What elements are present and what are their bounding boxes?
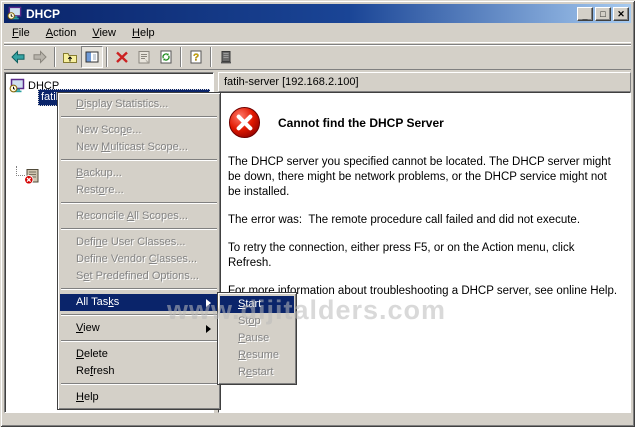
submenu-item-pause[interactable]: Pause: [220, 330, 294, 347]
context-menu-item-define-vendor-classes[interactable]: Define Vendor Classes...: [60, 251, 218, 268]
submenu-item-start[interactable]: Start: [220, 296, 294, 313]
menu-separator: [61, 288, 217, 290]
menu-bar: File Action View Help: [4, 24, 631, 43]
toolbar-separator: [180, 47, 182, 67]
menu-separator: [61, 314, 217, 316]
help-icon[interactable]: ?: [185, 46, 207, 68]
properties-icon[interactable]: [133, 46, 155, 68]
menu-separator: [61, 116, 217, 118]
menu-separator: [61, 159, 217, 161]
context-menu-item-set-predefined-options[interactable]: Set Predefined Options...: [60, 268, 218, 285]
context-menu-item-new-scope[interactable]: New Scope...: [60, 122, 218, 139]
error-paragraph: To retry the connection, either press F5…: [228, 241, 620, 271]
error-title: Cannot find the DHCP Server: [278, 116, 444, 130]
toolbar-separator: [210, 47, 212, 67]
context-menu-item-restore[interactable]: Restore...: [60, 182, 218, 199]
context-menu: Display Statistics... New Scope... New M…: [57, 92, 221, 410]
context-menu-item-all-tasks[interactable]: All Tasks: [60, 294, 218, 311]
toolbar: ?: [4, 44, 631, 70]
minimize-button[interactable]: _: [577, 7, 593, 21]
up-one-level-icon[interactable]: [59, 46, 81, 68]
menu-view[interactable]: View: [84, 25, 124, 42]
window-title: DHCP: [26, 7, 575, 21]
context-menu-item-display-statistics[interactable]: Display Statistics...: [60, 96, 218, 113]
menu-separator: [61, 383, 217, 385]
maximize-button[interactable]: □: [595, 7, 611, 21]
forward-icon[interactable]: [29, 46, 51, 68]
context-menu-item-help[interactable]: Help: [60, 389, 218, 406]
menu-separator: [61, 228, 217, 230]
details-column-header[interactable]: fatih-server [192.168.2.100]: [218, 72, 631, 92]
menu-separator: [61, 202, 217, 204]
menu-separator: [61, 340, 217, 342]
show-hide-console-tree-icon[interactable]: [81, 46, 103, 68]
error-icon: [228, 106, 261, 139]
back-icon[interactable]: [7, 46, 29, 68]
server-error-icon: [24, 168, 41, 185]
submenu-arrow-icon: [206, 325, 211, 333]
submenu-item-resume[interactable]: Resume: [220, 347, 294, 364]
menu-help[interactable]: Help: [124, 25, 163, 42]
dhcp-console-window: DHCP _ □ ✕ File Action View Help: [0, 0, 635, 427]
toolbar-separator: [106, 47, 108, 67]
context-menu-item-backup[interactable]: Backup...: [60, 165, 218, 182]
close-button[interactable]: ✕: [613, 7, 629, 21]
menu-file[interactable]: File: [4, 25, 38, 42]
context-menu-item-view[interactable]: View: [60, 320, 218, 337]
dhcp-root-icon: [9, 78, 25, 94]
refresh-icon[interactable]: [155, 46, 177, 68]
svg-text:?: ?: [193, 53, 199, 64]
error-paragraph: The error was: The remote procedure call…: [228, 213, 620, 228]
all-tasks-submenu: Start Stop Pause Resume Restart: [217, 292, 297, 385]
titlebar[interactable]: DHCP _ □ ✕: [4, 4, 631, 23]
context-menu-item-reconcile-all-scopes[interactable]: Reconcile All Scopes...: [60, 208, 218, 225]
context-menu-item-delete[interactable]: Delete: [60, 346, 218, 363]
submenu-item-stop[interactable]: Stop: [220, 313, 294, 330]
submenu-item-restart[interactable]: Restart: [220, 364, 294, 381]
toolbar-separator: [54, 47, 56, 67]
dhcp-server-status-icon[interactable]: [215, 46, 237, 68]
context-menu-item-refresh[interactable]: Refresh: [60, 363, 218, 380]
error-paragraph: The DHCP server you specified cannot be …: [228, 155, 620, 200]
context-menu-item-define-user-classes[interactable]: Define User Classes...: [60, 234, 218, 251]
menu-action[interactable]: Action: [38, 25, 85, 42]
dhcp-app-icon: [7, 6, 22, 21]
context-menu-item-new-multicast-scope[interactable]: New Multicast Scope...: [60, 139, 218, 156]
delete-icon[interactable]: [111, 46, 133, 68]
submenu-arrow-icon: [206, 299, 211, 307]
